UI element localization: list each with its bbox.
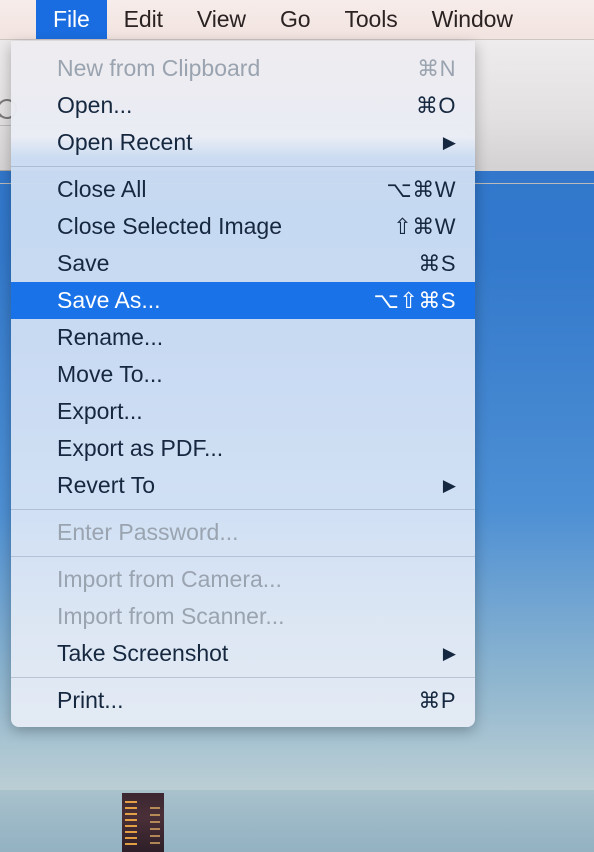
menu-item-label: Open Recent bbox=[57, 129, 193, 155]
menu-bar-item-file[interactable]: File bbox=[36, 0, 107, 39]
menu-item-label: Move To... bbox=[57, 361, 163, 387]
file-menu-items: New from Clipboard ⌘N Open... ⌘O Open Recent… bbox=[11, 41, 475, 719]
menu-item-export-as-pdf[interactable]: Export as PDF... bbox=[11, 430, 475, 467]
menu-separator bbox=[11, 556, 475, 557]
menu-item-take-screenshot[interactable]: Take Screenshot ▶ bbox=[11, 635, 475, 672]
menu-bar-item-view-label: View bbox=[196, 6, 246, 32]
menu-item-label: Close All bbox=[57, 176, 147, 202]
menu-item-label: Enter Password... bbox=[57, 519, 239, 545]
menu-item-shortcut: ⇧⌘W bbox=[393, 213, 456, 239]
menu-item-shortcut: ⌥⌘W bbox=[386, 176, 456, 202]
menu-item-label: New from Clipboard bbox=[57, 55, 261, 81]
menu-separator bbox=[11, 509, 475, 510]
file-dropdown-menu: New from Clipboard ⌘N Open... ⌘O Open Recent… bbox=[11, 41, 475, 727]
menu-item-new-from-clipboard: New from Clipboard ⌘N bbox=[11, 50, 475, 87]
menu-top-padding bbox=[11, 41, 475, 50]
cityscape-photo bbox=[122, 793, 164, 852]
menu-bar-item-window-label: Window bbox=[431, 6, 513, 32]
menu-item-open-recent[interactable]: Open Recent ▶ bbox=[11, 124, 475, 161]
menu-bar-item-edit-label: Edit bbox=[123, 6, 163, 32]
menu-bar-item-tools[interactable]: Tools bbox=[327, 0, 414, 39]
menu-item-label: Import from Scanner... bbox=[57, 603, 285, 629]
menu-item-label: Revert To bbox=[57, 472, 156, 498]
menu-bar-item-view[interactable]: View bbox=[180, 0, 263, 39]
menu-item-rename[interactable]: Rename... bbox=[11, 319, 475, 356]
menu-item-label: Import from Camera... bbox=[57, 566, 282, 592]
menu-bar-item-tools-label: Tools bbox=[344, 6, 398, 32]
toolbar-right-region bbox=[470, 40, 594, 171]
menu-item-export[interactable]: Export... bbox=[11, 393, 475, 430]
screen: File Edit View Go Tools Window New from … bbox=[0, 0, 594, 852]
submenu-arrow-icon: ▶ bbox=[442, 644, 456, 663]
menu-item-shortcut: ⌘P bbox=[418, 687, 456, 713]
menu-item-enter-password: Enter Password... bbox=[11, 514, 475, 551]
menu-bar-item-go-label: Go bbox=[279, 6, 311, 32]
menu-item-label: Print... bbox=[57, 687, 124, 713]
menu-item-revert-to[interactable]: Revert To ▶ bbox=[11, 467, 475, 504]
menu-item-print[interactable]: Print... ⌘P bbox=[11, 682, 475, 719]
menu-item-label: Rename... bbox=[57, 324, 164, 350]
submenu-arrow-icon: ▶ bbox=[442, 476, 456, 495]
menu-item-save[interactable]: Save ⌘S bbox=[11, 245, 475, 282]
menu-item-label: Export... bbox=[57, 398, 143, 424]
menu-item-close-all[interactable]: Close All ⌥⌘W bbox=[11, 171, 475, 208]
menu-item-shortcut: ⌘N bbox=[417, 55, 456, 81]
menu-bar-item-go[interactable]: Go bbox=[263, 0, 327, 39]
menu-item-label: Save As... bbox=[57, 287, 161, 313]
menu-separator bbox=[11, 166, 475, 167]
menu-item-import-from-scanner: Import from Scanner... bbox=[11, 598, 475, 635]
menu-separator bbox=[11, 677, 475, 678]
menu-item-shortcut: ⌘S bbox=[418, 250, 456, 276]
menu-item-import-from-camera: Import from Camera... bbox=[11, 561, 475, 598]
menu-bar-item-window[interactable]: Window bbox=[415, 0, 530, 39]
menu-bar: File Edit View Go Tools Window bbox=[0, 0, 594, 40]
menu-item-label: Export as PDF... bbox=[57, 435, 224, 461]
menu-item-label: Open... bbox=[57, 92, 133, 118]
menu-bar-leading-spacer bbox=[0, 0, 36, 39]
menu-item-shortcut: ⌘O bbox=[415, 92, 456, 118]
submenu-arrow-icon: ▶ bbox=[442, 133, 456, 152]
menu-bar-item-edit[interactable]: Edit bbox=[107, 0, 180, 39]
menu-item-move-to[interactable]: Move To... bbox=[11, 356, 475, 393]
menu-item-label: Take Screenshot bbox=[57, 640, 229, 666]
menu-bar-item-file-label: File bbox=[53, 6, 90, 32]
image-canvas bbox=[0, 790, 594, 852]
menu-item-shortcut: ⌥⇧⌘S bbox=[373, 287, 456, 313]
menu-item-save-as[interactable]: Save As... ⌥⇧⌘S bbox=[11, 282, 475, 319]
menu-item-label: Save bbox=[57, 250, 110, 276]
menu-item-open[interactable]: Open... ⌘O bbox=[11, 87, 475, 124]
menu-item-label: Close Selected Image bbox=[57, 213, 283, 239]
menu-item-close-selected-image[interactable]: Close Selected Image ⇧⌘W bbox=[11, 208, 475, 245]
